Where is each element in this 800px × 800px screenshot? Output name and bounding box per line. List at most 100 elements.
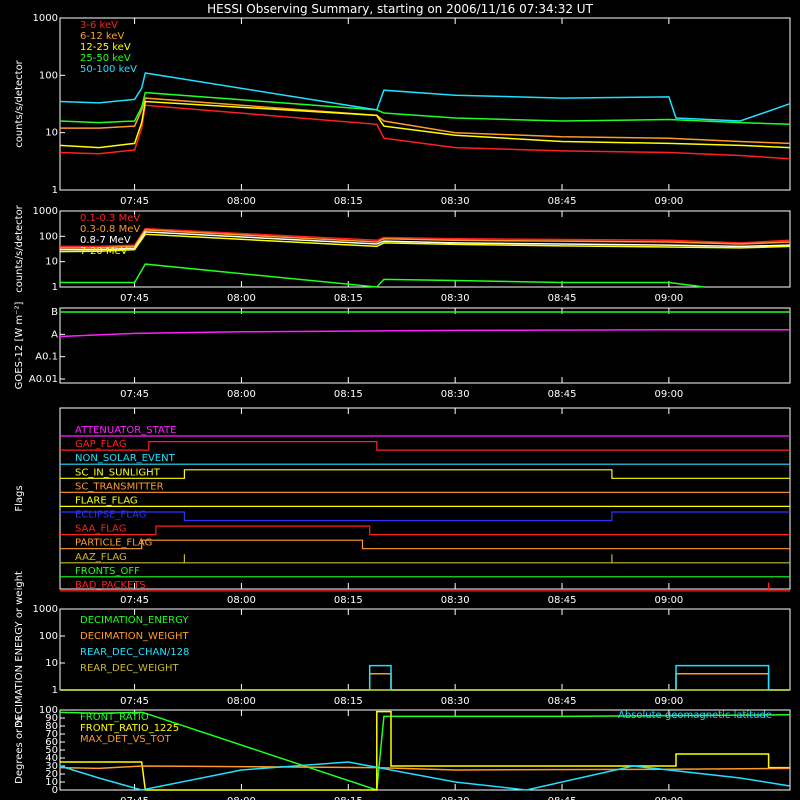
y-axis-label: counts/s/detector (14, 59, 25, 147)
legend-0-1-0-3-mev: 0.1-0.3 MeV (80, 213, 140, 224)
panels: 1 10 100 1000 counts/s/detector 07:45 08:00 08:… (14, 13, 791, 800)
flag-label-saa-flag: SAA_FLAG (75, 524, 126, 535)
flag-label-attenuator-state: ATTENUATOR_STATE (75, 425, 176, 436)
flag-line-sc-in-sunlight (60, 469, 790, 479)
y-tick-label: 1 (52, 685, 58, 696)
flag-line-aaz-flag (60, 554, 790, 564)
y-tick-label: B (51, 307, 58, 318)
y-axis-label: Flags (14, 485, 25, 511)
y-tick-label: A (51, 329, 58, 340)
y-tick-label: 100 (39, 231, 58, 242)
x-tick-label: 08:30 (441, 796, 470, 800)
y-tick-label: A0.01 (29, 374, 58, 385)
y-tick-label: 1 (52, 282, 58, 293)
x-tick-label: 08:15 (334, 595, 363, 606)
x-tick-label: 08:30 (441, 595, 470, 606)
x-tick-label: 07:45 (120, 389, 149, 400)
x-tick-label: 07:45 (120, 696, 149, 707)
legend-front-ratio: FRONT_RATIO (80, 712, 149, 723)
legend-6-12-kev: 6-12 keV (80, 31, 124, 42)
x-tick-label: 08:00 (227, 696, 256, 707)
panel-hessi-rates-high: 1 10 100 1000 counts/s/detector 07:45 08:00 08:… (14, 204, 791, 304)
flag-label-flare-flag: FLARE_FLAG (75, 495, 138, 506)
panel-ratios: 0102030405060708090100Degrees or %07:450… (14, 705, 791, 800)
x-tick-label: 08:00 (227, 196, 256, 207)
legend-rear-dec-weight: REAR_DEC_WEIGHT (80, 663, 179, 674)
y-tick-label: 1000 (33, 604, 58, 615)
legend-decimation-energy: DECIMATION_ENERGY (80, 615, 189, 626)
x-tick-label: 08:30 (441, 196, 470, 207)
x-tick-label: 09:00 (654, 196, 683, 207)
y-tick-label: 1000 (33, 13, 58, 24)
y-tick-label: 10 (45, 658, 58, 669)
flag-line-saa-flag (60, 525, 790, 536)
flag-line-particle-flag (60, 539, 790, 550)
series-line-hessi-rates-high-4 (60, 263, 705, 288)
flag-line-bad-packets (60, 582, 790, 592)
series-line-12-25-kev (59, 100, 791, 149)
series-line-25-50-kev (59, 91, 791, 126)
x-tick-label: 08:15 (334, 293, 363, 304)
panel-frame (59, 307, 791, 384)
panel-hessi-rates-low: 1 10 100 1000 counts/s/detector 07:45 08:00 08:… (14, 13, 791, 207)
chart-title: HESSI Observing Summary, starting on 200… (207, 2, 593, 16)
x-tick-label: 08:15 (334, 389, 363, 400)
hessi-summary-chart: HESSI Observing Summary, starting on 200… (14, 2, 791, 800)
x-tick-label: 08:45 (548, 293, 577, 304)
y-axis-label: DECIMATION ENERGY or weight (14, 571, 25, 728)
series-line-decimation-weight (60, 672, 790, 691)
x-tick-label: 07:45 (120, 595, 149, 606)
legend-50-100-kev: 50-100 keV (80, 64, 137, 75)
legend-decimation-weight: DECIMATION_WEIGHT (80, 631, 189, 642)
legend-7-20-mev: 7-20 MeV (80, 246, 128, 257)
x-tick-label: 07:45 (120, 196, 149, 207)
x-tick-label: 09:00 (654, 293, 683, 304)
x-tick-label: 08:15 (334, 196, 363, 207)
x-tick-label: 07:45 (120, 796, 149, 800)
x-tick-label: 08:45 (548, 796, 577, 800)
panel-frame (59, 210, 791, 288)
x-tick-label: 07:45 (120, 293, 149, 304)
legend-front-ratio-1225: FRONT_RATIO_1225 (80, 723, 179, 734)
legend-rear-dec-chan-128: REAR_DEC_CHAN/128 (80, 647, 189, 658)
x-tick-label: 08:00 (227, 595, 256, 606)
flag-label-aaz-flag: AAZ_FLAG (75, 552, 127, 563)
y-tick-label: 10 (45, 257, 58, 268)
flag-label-particle-flag: PARTICLE_FLAG (75, 538, 152, 549)
legend-3-6-kev: 3-6 keV (80, 20, 118, 31)
legend-absolute-geomagnetic-latitude: Absolute geomagnetic latitude (618, 710, 772, 721)
panel-frame (59, 17, 791, 191)
flag-line-eclipse-flag (60, 511, 790, 522)
legend-0-3-0-8-mev: 0.3-0.8 MeV (80, 224, 140, 235)
y-tick-label: 1000 (33, 206, 58, 217)
x-tick-label: 08:15 (334, 796, 363, 800)
x-tick-label: 08:30 (441, 293, 470, 304)
y-tick-label: A0.1 (35, 352, 58, 363)
x-tick-label: 08:00 (227, 389, 256, 400)
series-line-goes-1 (59, 329, 790, 338)
x-tick-label: 08:15 (334, 696, 363, 707)
y-tick-label: 100 (39, 70, 58, 81)
x-tick-label: 08:30 (441, 389, 470, 400)
legend-12-25-kev: 12-25 keV (80, 42, 131, 53)
flag-label-fronts-off: FRONTS_OFF (75, 566, 140, 577)
y-tick-label: 1 (52, 185, 58, 196)
x-tick-label: 08:45 (548, 196, 577, 207)
y-tick-label: 10 (45, 128, 58, 139)
flag-label-non-solar-event: NON_SOLAR_EVENT (75, 453, 176, 464)
x-tick-label: 08:30 (441, 696, 470, 707)
series-line-50-100-kev (59, 72, 791, 122)
panel-goes: A0.01 A0.1 AB GOES-12 [W m⁻²] 07:45 08:00 08:1… (14, 302, 791, 400)
x-tick-label: 08:45 (548, 389, 577, 400)
x-tick-label: 08:00 (227, 796, 256, 800)
y-tick-label: 100 (39, 705, 58, 716)
x-tick-label: 09:00 (654, 696, 683, 707)
flag-line-gap-flag (60, 441, 790, 451)
flag-label-sc-transmitter: SC_TRANSMITTER (75, 481, 164, 492)
legend-max-det-vs-tot: MAX_DET_VS_TOT (80, 734, 172, 745)
x-tick-label: 09:00 (654, 389, 683, 400)
x-tick-label: 08:00 (227, 293, 256, 304)
x-tick-label: 09:00 (654, 595, 683, 606)
flag-label-gap-flag: GAP_FLAG (75, 439, 127, 450)
flag-label-bad-packets: BAD_PACKETS (75, 580, 146, 591)
